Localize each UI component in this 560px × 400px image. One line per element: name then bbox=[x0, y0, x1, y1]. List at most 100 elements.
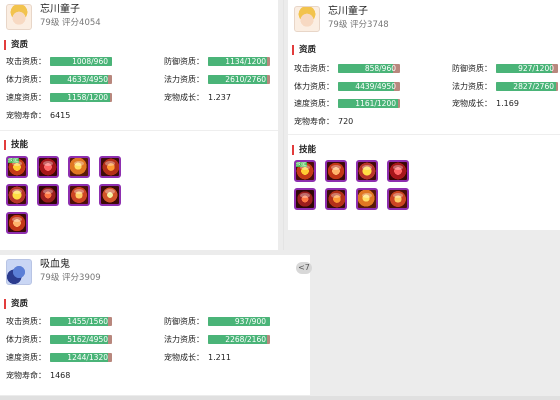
stat-bar: 1158/1200 bbox=[50, 93, 112, 102]
skill-icon[interactable] bbox=[6, 184, 28, 206]
pet-score: 评分3748 bbox=[350, 20, 389, 30]
stat-label: 攻击资质： bbox=[294, 64, 334, 73]
skill-icon[interactable] bbox=[356, 160, 378, 182]
stat-label: 攻击资质： bbox=[6, 57, 46, 66]
pet-avatar[interactable] bbox=[294, 6, 320, 32]
stat-growth: 宠物成长： 1.169 bbox=[452, 98, 519, 109]
stat-hp: 体力资质： 4439/4950 bbox=[294, 81, 400, 92]
skills-title: 技能 bbox=[292, 145, 316, 155]
skill-icon[interactable] bbox=[387, 188, 409, 210]
pet-avatar[interactable] bbox=[6, 259, 32, 285]
stat-defense: 防御资质： 927/1200 bbox=[452, 63, 558, 74]
skill-icon[interactable] bbox=[37, 156, 59, 178]
stat-attack: 攻击资质： 858/960 bbox=[294, 63, 400, 74]
stat-magic: 法力资质： 2268/2160 bbox=[164, 334, 270, 345]
pet-card-1[interactable]: 忘川童子 79级 评分4054 资质 攻击资质： 1008/960 防御资质： … bbox=[0, 0, 278, 250]
stat-value: 1.237 bbox=[208, 93, 231, 102]
stat-bar: 927/1200 bbox=[496, 64, 558, 73]
stat-defense: 防御资质： 1134/1200 bbox=[164, 56, 270, 67]
stat-label: 体力资质： bbox=[6, 75, 46, 84]
stat-attack: 攻击资质： 1455/1560 bbox=[6, 316, 112, 327]
pet-header: 吸血鬼 79级 评分3909 bbox=[6, 259, 101, 285]
stat-growth: 宠物成长： 1.237 bbox=[164, 92, 231, 103]
pet-header: 忘川童子 79级 评分4054 bbox=[6, 4, 101, 30]
pet-name: 忘川童子 bbox=[328, 6, 368, 17]
stat-value: 1.211 bbox=[208, 353, 231, 362]
stat-bar: 1244/1320 bbox=[50, 353, 112, 362]
stat-value: 2268/2160 bbox=[225, 335, 266, 344]
stat-label: 法力资质： bbox=[452, 82, 492, 91]
stat-bar: 4439/4950 bbox=[338, 82, 400, 91]
stat-label: 法力资质： bbox=[164, 75, 204, 84]
stat-value: 720 bbox=[338, 117, 354, 126]
pet-level-score: 79级 评分3909 bbox=[40, 272, 101, 284]
stat-life: 宠物寿命： 720 bbox=[294, 116, 353, 127]
stat-label: 宠物寿命： bbox=[6, 111, 46, 120]
stat-label: 攻击资质： bbox=[6, 317, 46, 326]
column-divider bbox=[283, 0, 284, 250]
stat-bar: 1161/1200 bbox=[338, 99, 400, 108]
stat-bar: 2610/2760 bbox=[208, 75, 270, 84]
skill-icon[interactable]: 技能 bbox=[294, 160, 316, 182]
stat-magic: 法力资质： 2827/2760 bbox=[452, 81, 558, 92]
skill-icon[interactable] bbox=[387, 160, 409, 182]
pet-score: 评分3909 bbox=[62, 273, 101, 283]
pet-level: 79级 bbox=[40, 273, 60, 283]
stat-attack: 攻击资质： 1008/960 bbox=[6, 56, 112, 67]
skill-icon[interactable] bbox=[68, 184, 90, 206]
skill-icon[interactable] bbox=[99, 184, 121, 206]
stat-bar: 1455/1560 bbox=[50, 317, 112, 326]
pet-card-2[interactable]: 忘川童子 79级 评分3748 资质 攻击资质： 858/960 防御资质： 9… bbox=[288, 0, 560, 230]
stat-label: 体力资质： bbox=[294, 82, 334, 91]
pet-level-score: 79级 评分4054 bbox=[40, 17, 101, 29]
stat-defense: 防御资质： 937/900 bbox=[164, 316, 270, 327]
skill-icon[interactable] bbox=[325, 160, 347, 182]
skill-icon[interactable] bbox=[6, 212, 28, 234]
stat-value: 2827/2760 bbox=[513, 82, 554, 91]
skill-tag: 技能 bbox=[296, 161, 308, 167]
pet-header: 忘川童子 79级 评分3748 bbox=[294, 6, 389, 32]
stat-label: 宠物寿命： bbox=[6, 371, 46, 380]
skill-icon[interactable] bbox=[294, 188, 316, 210]
stat-value: 2610/2760 bbox=[225, 75, 266, 84]
stat-hp: 体力资质： 4633/4950 bbox=[6, 74, 112, 85]
pet-level: 79级 bbox=[328, 20, 348, 30]
aptitude-title: 资质 bbox=[4, 299, 28, 309]
stat-label: 速度资质： bbox=[6, 353, 46, 362]
aptitude-title: 资质 bbox=[292, 45, 316, 55]
stat-bar: 858/960 bbox=[338, 64, 400, 73]
pet-card-3[interactable]: 吸血鬼 79级 评分3909 资质 攻击资质： 1455/1560 防御资质： … bbox=[0, 255, 310, 395]
stat-growth: 宠物成长： 1.211 bbox=[164, 352, 231, 363]
skill-icon[interactable] bbox=[325, 188, 347, 210]
stat-value: 1455/1560 bbox=[67, 317, 108, 326]
stat-hp: 体力资质： 5162/4950 bbox=[6, 334, 112, 345]
stat-life: 宠物寿命： 6415 bbox=[6, 110, 70, 121]
skill-icon[interactable] bbox=[68, 156, 90, 178]
stat-magic: 法力资质： 2610/2760 bbox=[164, 74, 270, 85]
skill-icon[interactable] bbox=[356, 188, 378, 210]
stat-label: 宠物成长： bbox=[452, 99, 492, 108]
stat-label: 体力资质： bbox=[6, 335, 46, 344]
stat-value: 5162/4950 bbox=[67, 335, 108, 344]
stat-value: 927/1200 bbox=[518, 64, 554, 73]
pet-avatar[interactable] bbox=[6, 4, 32, 30]
stat-value: 1244/1320 bbox=[67, 353, 108, 362]
skill-icon[interactable] bbox=[37, 184, 59, 206]
skills-grid: 技能 bbox=[294, 160, 409, 210]
carousel-prev-indicator[interactable]: <7 bbox=[296, 262, 312, 274]
stat-bar: 1134/1200 bbox=[208, 57, 270, 66]
pet-level: 79级 bbox=[40, 18, 60, 28]
stat-label: 宠物成长： bbox=[164, 353, 204, 362]
stat-value: 1158/1200 bbox=[67, 93, 108, 102]
bottom-strip bbox=[0, 396, 560, 400]
stat-value: 1.169 bbox=[496, 99, 519, 108]
stat-label: 防御资质： bbox=[164, 57, 204, 66]
stat-label: 宠物成长： bbox=[164, 93, 204, 102]
stat-value: 1468 bbox=[50, 371, 71, 380]
skill-icon[interactable]: 技能 bbox=[6, 156, 28, 178]
aptitude-title: 资质 bbox=[4, 40, 28, 50]
pet-name: 忘川童子 bbox=[40, 4, 80, 15]
pet-score: 评分4054 bbox=[62, 18, 101, 28]
skill-icon[interactable] bbox=[99, 156, 121, 178]
stat-value: 937/900 bbox=[234, 317, 266, 326]
